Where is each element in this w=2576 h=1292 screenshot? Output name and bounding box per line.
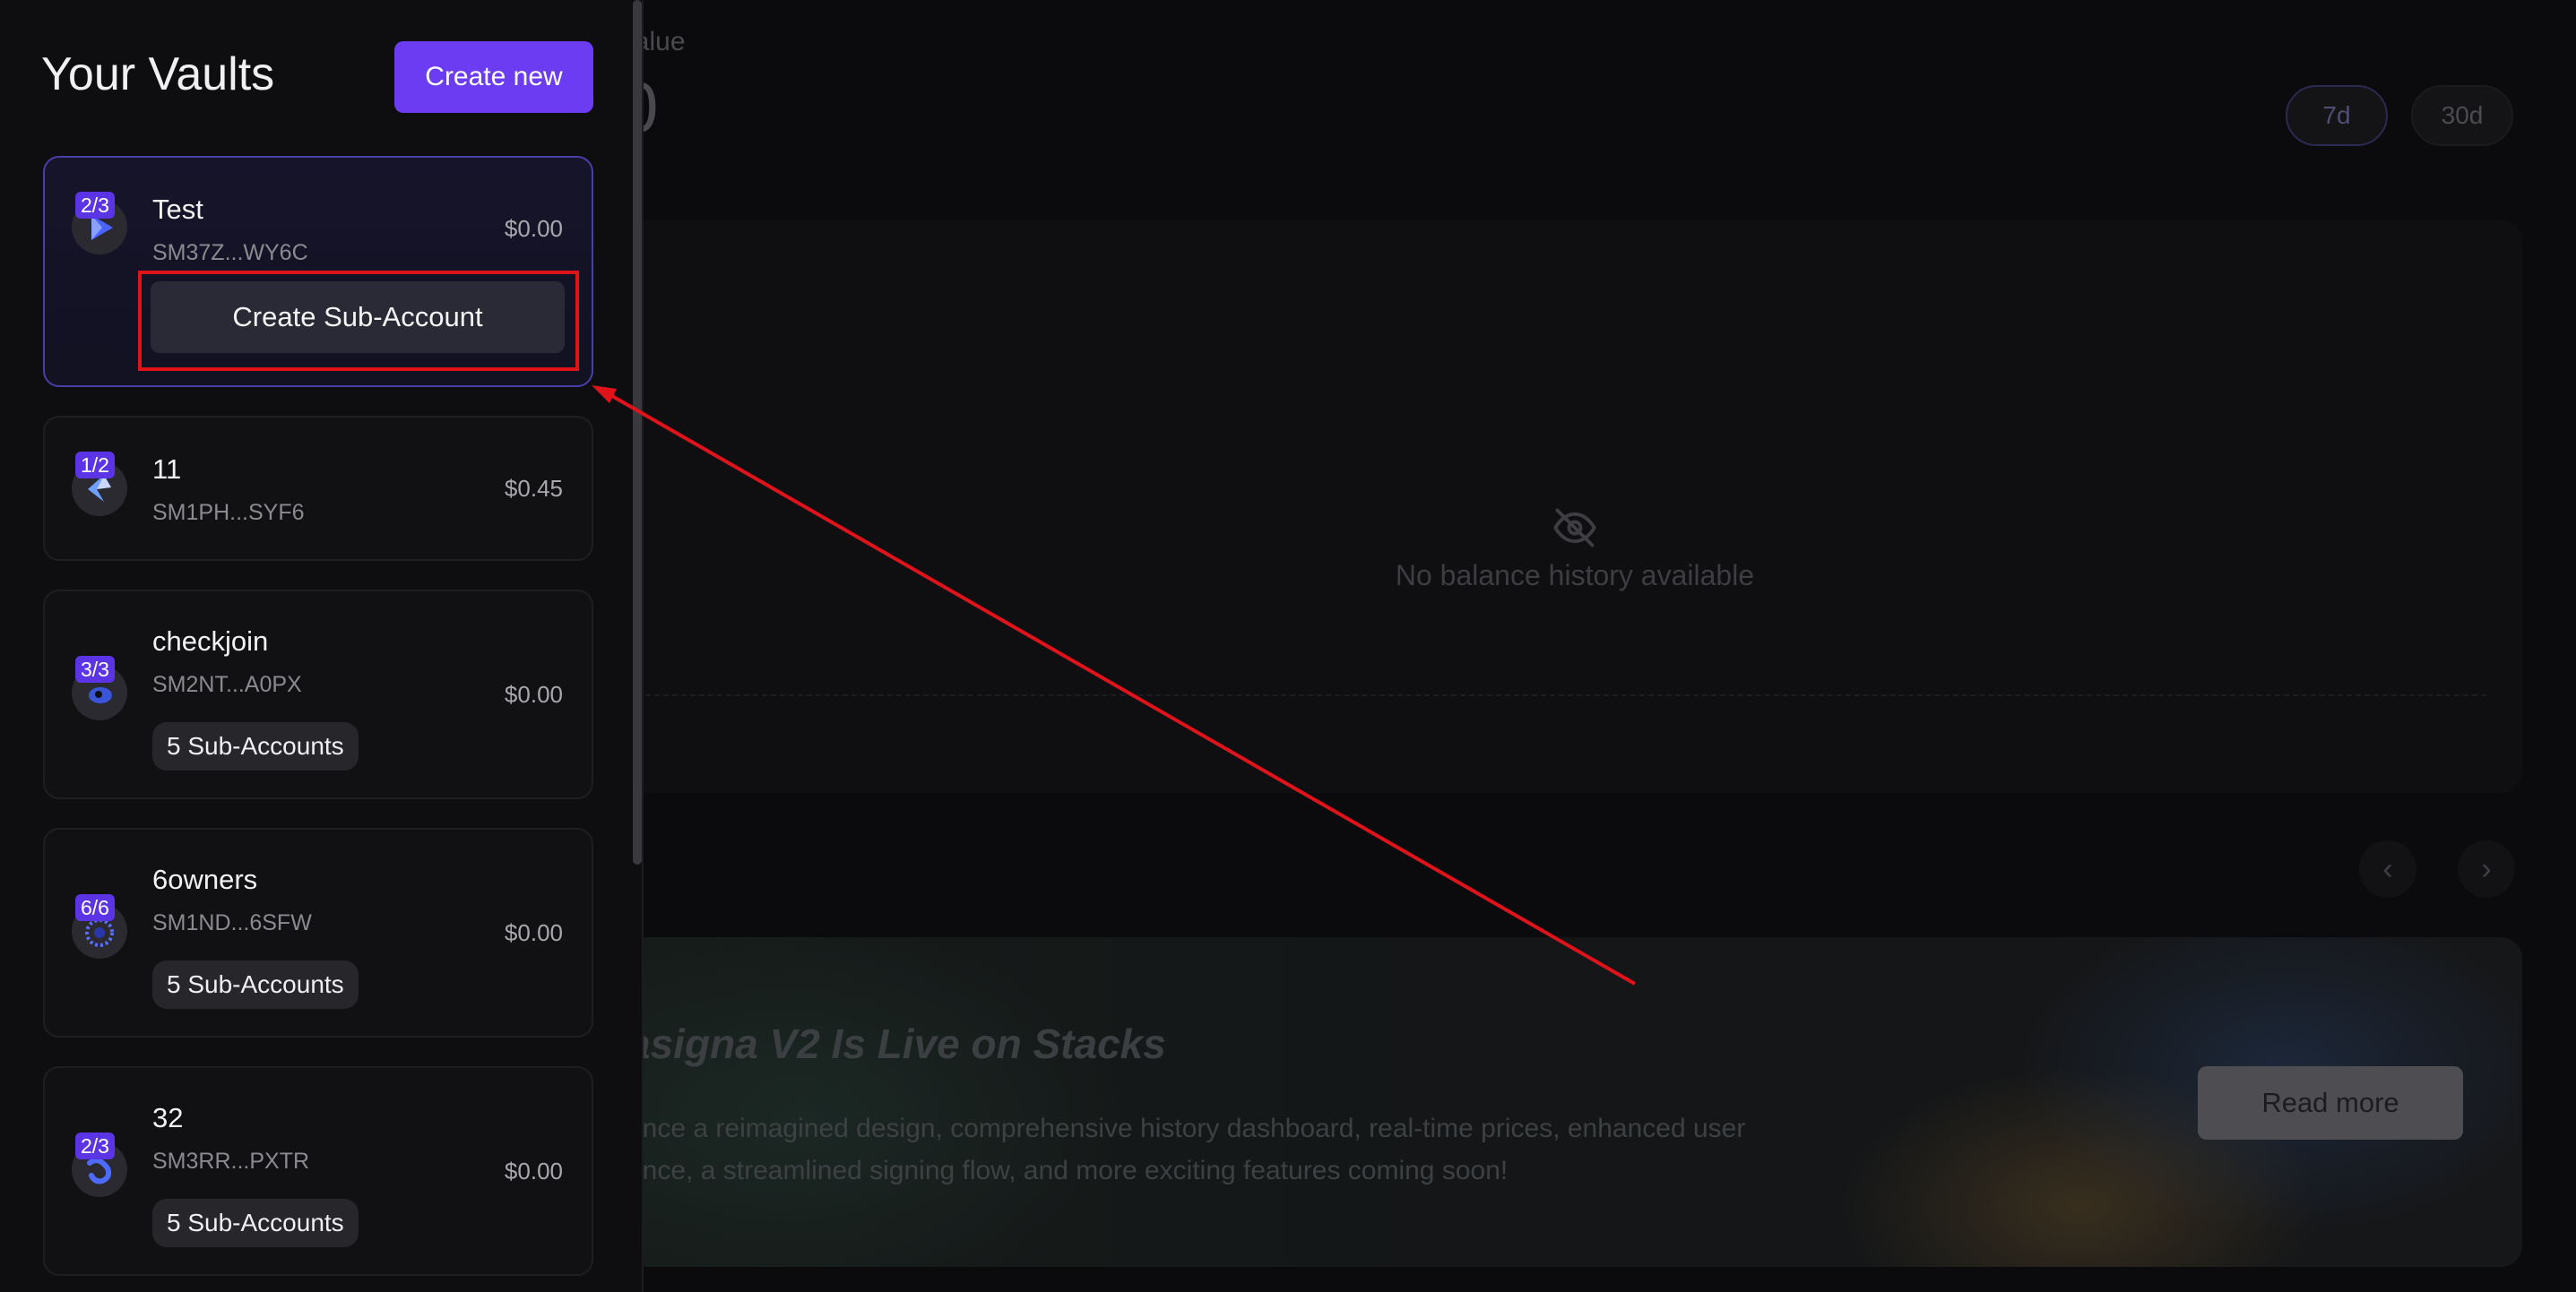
- annotation-arrow: [592, 385, 1636, 986]
